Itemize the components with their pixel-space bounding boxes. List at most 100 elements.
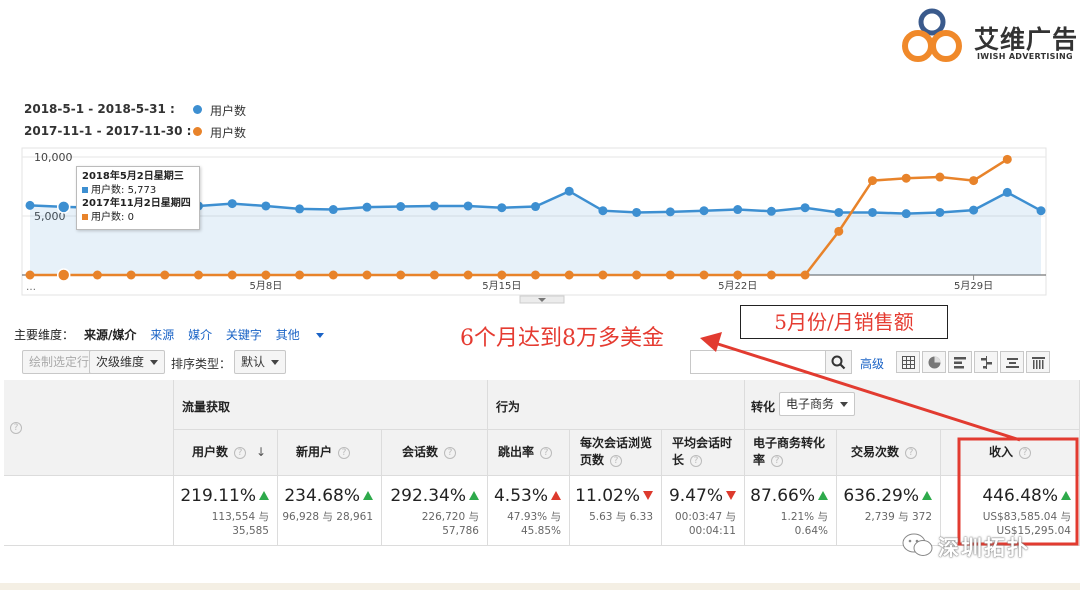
view-table-button[interactable]: [896, 351, 920, 373]
data-point-compare: [733, 270, 743, 280]
total-avg-session-duration-cell: 9.47% 00:03:47 与 00:04:11: [662, 476, 745, 546]
table-search-input[interactable]: [691, 351, 825, 373]
dimension-other-dropdown[interactable]: 其他: [276, 328, 334, 342]
col-revenue-header[interactable]: 收入?: [941, 430, 1080, 476]
data-point-current: [531, 202, 540, 212]
chevron-down-icon: [315, 333, 324, 338]
metric-change: 234.68%: [284, 486, 360, 506]
x-tick-label: 5月22日: [718, 280, 757, 292]
search-button[interactable]: [825, 351, 851, 373]
help-icon[interactable]: ?: [234, 446, 247, 459]
help-icon[interactable]: ?: [1019, 446, 1032, 459]
dimension-medium-link[interactable]: 媒介: [188, 328, 212, 342]
totals-dimension-cell: [4, 476, 174, 546]
conversion-select[interactable]: 电子商务: [779, 392, 856, 416]
secondary-dimension-dropdown[interactable]: 次级维度: [89, 350, 166, 374]
help-icon[interactable]: ?: [610, 454, 623, 467]
legend-metric: 用户数: [210, 126, 247, 140]
total-ecommerce-rate-compare: 1.21% 与 0.64%: [781, 510, 828, 538]
tooltip-value: 0: [127, 211, 134, 223]
help-icon[interactable]: ?: [540, 446, 553, 459]
advanced-filter-link[interactable]: 高级: [860, 355, 884, 372]
data-point-compare: [194, 270, 203, 280]
chart-ellipsis: …: [26, 282, 36, 293]
compare-line: 0.64%: [794, 525, 828, 537]
compare-line: 113,554 与: [211, 511, 269, 523]
group-conversion-title: 转化: [751, 400, 776, 414]
legend-dot-icon: [193, 127, 202, 136]
col-revenue-label: 收入?: [989, 444, 1032, 461]
help-icon[interactable]: ?: [690, 454, 703, 467]
group-behavior: 行为: [488, 380, 745, 430]
data-point-compare: [92, 270, 102, 280]
arrow-up-red-icon: [551, 491, 561, 500]
total-ecommerce-rate-cell: 87.66% 1.21% 与 0.64%: [745, 476, 837, 546]
compare-line: 96,928 与 28,961: [282, 511, 373, 523]
metric-change: 4.53%: [493, 486, 548, 506]
total-new-users-cell: 234.68% 96,928 与 28,961: [278, 476, 382, 546]
compare-line: 00:04:11: [688, 525, 736, 537]
annotation-monthly-sales: 5月份/月销售额: [740, 305, 948, 339]
primary-dimension-label: 主要维度：: [14, 328, 75, 342]
legend-item-current[interactable]: 2018-5-1 - 2018-5-31 : 用户数: [24, 102, 264, 118]
plot-rows-button[interactable]: 绘制选定行: [22, 350, 97, 374]
metric-change: 636.29%: [843, 486, 919, 506]
total-avg-session-duration-value: 9.47%: [669, 486, 736, 506]
metric-change: 219.11%: [180, 486, 256, 506]
compare-line: 226,720 与: [421, 511, 479, 523]
dimension-keyword-link[interactable]: 关键字: [226, 328, 262, 342]
data-point-compare: [901, 173, 911, 183]
total-transactions-compare: 2,739 与 372: [865, 510, 932, 524]
help-icon[interactable]: ?: [905, 446, 918, 459]
data-point-current: [564, 186, 574, 196]
help-icon[interactable]: ?: [771, 454, 784, 467]
tooltip-label: 用户数:: [91, 184, 125, 196]
arrow-up-icon: [469, 491, 479, 500]
col-label: 跳出率: [498, 445, 535, 459]
arrow-down-icon: [726, 491, 736, 500]
data-point-current: [935, 207, 945, 217]
dimension-source-medium[interactable]: 来源/媒介: [84, 328, 136, 342]
col-ecommerce-rate-header[interactable]: 电子商务转化率?: [745, 430, 837, 476]
arrow-up-icon: [922, 491, 932, 500]
view-pivot-button[interactable]: [1026, 351, 1050, 373]
view-comparison-button[interactable]: [974, 351, 998, 373]
view-term-cloud-button[interactable]: [1000, 351, 1024, 373]
col-sessions-header[interactable]: 会话数?: [382, 430, 488, 476]
group-acquisition-title: 流量获取: [182, 400, 231, 414]
sort-type-value: 默认: [241, 355, 266, 369]
col-transactions-header[interactable]: 交易次数?: [837, 430, 941, 476]
tooltip-line: 用户数: 5,773: [82, 184, 194, 198]
view-pie-button[interactable]: [922, 351, 946, 373]
compare-line: 47.93% 与: [507, 511, 561, 523]
pie-chart-icon: [928, 356, 941, 369]
data-point-compare: [25, 270, 35, 280]
data-point-current: [901, 209, 911, 219]
help-icon[interactable]: ?: [444, 446, 457, 459]
total-users-cell: 219.11% 113,554 与 35,585: [174, 476, 278, 546]
data-point-compare: [564, 270, 574, 280]
col-users-header[interactable]: 用户数? ↓: [174, 430, 278, 476]
data-point-current: [362, 202, 372, 212]
sort-type-dropdown[interactable]: 默认: [234, 350, 287, 374]
data-point-current: [25, 200, 35, 210]
col-pages-per-session-header[interactable]: 每次会话浏览页数?: [570, 430, 662, 476]
tooltip-label: 用户数:: [91, 211, 125, 223]
dimension-source-link[interactable]: 来源: [150, 328, 174, 342]
legend-item-compare[interactable]: 2017-11-1 - 2017-11-30 : 用户数: [24, 124, 264, 140]
data-point-current: [733, 205, 743, 215]
view-performance-button[interactable]: [948, 351, 972, 373]
col-avg-session-duration-header[interactable]: 平均会话时长?: [662, 430, 745, 476]
col-bounce-rate-header[interactable]: 跳出率?: [488, 430, 570, 476]
col-new-users-label: 新用户?: [296, 444, 351, 461]
help-icon[interactable]: ?: [10, 422, 22, 434]
total-transactions-value: 636.29%: [843, 486, 932, 506]
data-point-compare: [497, 270, 507, 280]
col-new-users-header[interactable]: 新用户?: [278, 430, 382, 476]
help-icon[interactable]: ?: [338, 446, 351, 459]
col-ecommerce-rate-label: 电子商务转化率?: [753, 435, 835, 469]
group-acquisition: 流量获取: [174, 380, 488, 430]
y-tick-label: 10,000: [34, 151, 73, 164]
data-point-compare: [665, 270, 675, 280]
compare-line: 5.63 与 6.33: [589, 511, 653, 523]
